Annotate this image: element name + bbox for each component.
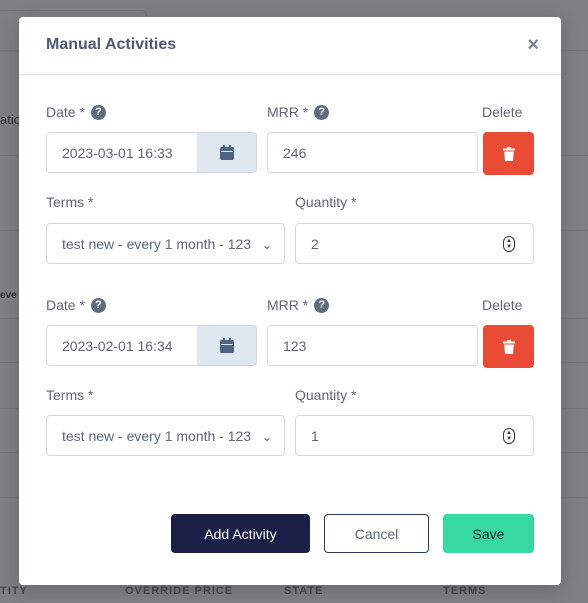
mrr-input[interactable]: 123 (267, 325, 478, 366)
delete-activity-button[interactable] (483, 325, 534, 368)
delete-label: Delete (482, 104, 523, 120)
chevron-down-icon: ⌄ (261, 430, 272, 444)
quantity-stepper[interactable]: 1 ▲ ▼ (295, 415, 534, 456)
terms-label: Terms * (46, 387, 94, 403)
delete-activity-button[interactable] (483, 132, 534, 175)
date-input-value: 2023-02-01 16:34 (62, 337, 173, 354)
calendar-button[interactable] (197, 325, 257, 366)
table-header-quantity: TITY (0, 585, 28, 597)
date-input-value: 2023-03-01 16:33 (62, 144, 173, 161)
calendar-icon (219, 145, 234, 160)
date-label-text: Date * (46, 104, 85, 120)
calendar-icon (219, 338, 234, 353)
date-label: Date * ? (46, 104, 106, 120)
background-text: atio (0, 112, 21, 127)
table-header-terms: TERMS (443, 585, 487, 597)
mrr-label-text: MRR * (267, 104, 309, 120)
quantity-value: 1 (311, 427, 319, 444)
quantity-label: Quantity * (295, 194, 357, 210)
mrr-label: MRR * ? (267, 104, 330, 120)
mrr-input-value: 246 (283, 144, 307, 161)
terms-label: Terms * (46, 194, 94, 210)
table-header-state: STATE (284, 585, 324, 597)
date-input[interactable]: 2023-02-01 16:34 (46, 325, 198, 366)
manual-activities-modal: Manual Activities × Date * ? 2023-03-01 … (19, 17, 561, 585)
table-header-override-price: OVERRIDE PRICE (125, 585, 234, 597)
chevron-down-icon: ⌄ (261, 238, 272, 252)
stepper-arrows-icon[interactable]: ▲ ▼ (503, 236, 515, 252)
question-circle-icon[interactable]: ? (90, 297, 106, 313)
add-activity-button[interactable]: Add Activity (171, 514, 310, 553)
mrr-input-value: 123 (283, 337, 307, 354)
terms-select[interactable]: test new - every 1 month - 123 ⌄ (46, 415, 285, 456)
delete-label: Delete (482, 297, 523, 313)
cancel-button[interactable]: Cancel (324, 514, 429, 553)
terms-select[interactable]: test new - every 1 month - 123 ⌄ (46, 223, 285, 264)
trash-icon (502, 339, 515, 354)
mrr-label-text: MRR * (267, 297, 309, 313)
stepper-arrows-icon[interactable]: ▲ ▼ (503, 428, 515, 444)
question-circle-icon[interactable]: ? (314, 104, 330, 120)
date-label: Date * ? (46, 297, 106, 313)
calendar-button[interactable] (197, 132, 257, 173)
save-button[interactable]: Save (443, 514, 534, 553)
terms-select-value: test new - every 1 month - 123 (62, 235, 252, 252)
date-label-text: Date * (46, 297, 85, 313)
question-circle-icon[interactable]: ? (314, 297, 330, 313)
date-input[interactable]: 2023-03-01 16:33 (46, 132, 198, 173)
trash-icon (502, 146, 515, 161)
close-icon[interactable]: × (527, 35, 539, 55)
background-text: eve (0, 290, 17, 301)
mrr-input[interactable]: 246 (267, 132, 478, 173)
modal-title: Manual Activities (46, 36, 177, 53)
quantity-value: 2 (311, 235, 319, 252)
modal-header: Manual Activities × (19, 17, 561, 75)
question-circle-icon[interactable]: ? (90, 104, 106, 120)
quantity-label: Quantity * (295, 387, 357, 403)
mrr-label: MRR * ? (267, 297, 330, 313)
quantity-stepper[interactable]: 2 ▲ ▼ (295, 223, 534, 264)
terms-select-value: test new - every 1 month - 123 (62, 427, 252, 444)
